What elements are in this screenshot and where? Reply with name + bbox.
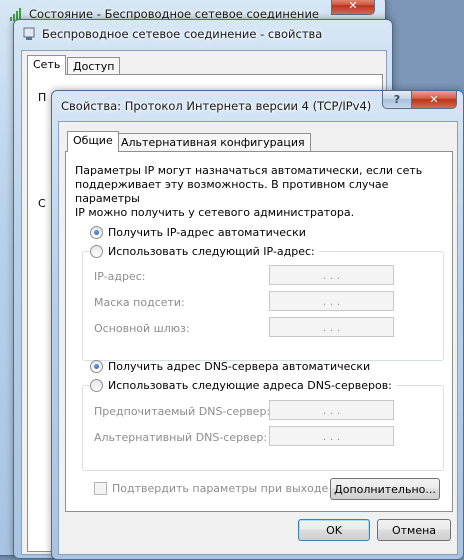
close-icon: ✕ bbox=[429, 93, 439, 106]
alternate-dns-field[interactable]: . . . bbox=[269, 426, 394, 446]
close-icon: ✕ bbox=[348, 0, 358, 12]
tab-network[interactable]: Сеть bbox=[27, 55, 67, 75]
dialog-title: Свойства: Протокол Интернета версии 4 (T… bbox=[61, 99, 372, 113]
ok-button[interactable]: OK bbox=[298, 519, 370, 541]
dns-manual-radio[interactable]: Использовать следующие адреса DNS-сервер… bbox=[90, 379, 396, 392]
dns-auto-radio[interactable]: Получить адрес DNS-сервера автоматически bbox=[90, 360, 370, 373]
tab-alternate-configuration[interactable]: Альтернативная конфигурация bbox=[115, 133, 311, 152]
cancel-button[interactable]: Отмена bbox=[377, 519, 451, 541]
dialog-close-button[interactable]: ✕ bbox=[411, 91, 457, 109]
validate-on-exit-checkbox[interactable]: Подтвердить параметры при выходе bbox=[94, 482, 328, 495]
subnet-mask-field[interactable]: . . . bbox=[269, 291, 394, 311]
radio-selected-indicator[interactable] bbox=[90, 226, 103, 239]
ipv4-properties-dialog[interactable]: Свойства: Протокол Интернета версии 4 (T… bbox=[51, 90, 464, 560]
help-button[interactable]: ? bbox=[382, 91, 412, 109]
preferred-dns-label: Предпочитаемый DNS-сервер: bbox=[94, 405, 271, 418]
tab-general[interactable]: Общие bbox=[67, 131, 119, 152]
dialog-client-area: Общие Альтернативная конфигурация Параме… bbox=[58, 121, 458, 555]
ip-manual-label: Использовать следующий IP-адрес: bbox=[108, 245, 315, 258]
adapter-properties-title: Беспроводное сетевое соединение - свойст… bbox=[42, 27, 323, 41]
general-tab-panel: Параметры IP могут назначаться автоматич… bbox=[65, 151, 453, 512]
radio-unselected-indicator[interactable] bbox=[90, 379, 103, 392]
default-gateway-field[interactable]: . . . bbox=[269, 317, 394, 337]
status-close-button[interactable]: ✕ bbox=[331, 0, 375, 15]
ip-auto-radio[interactable]: Получить IP-адрес автоматически bbox=[90, 226, 306, 239]
ip-address-field[interactable]: . . . bbox=[269, 265, 394, 285]
validate-on-exit-label: Подтвердить параметры при выходе bbox=[112, 482, 329, 495]
ip-auto-label: Получить IP-адрес автоматически bbox=[108, 226, 306, 239]
partial-label: П bbox=[38, 91, 47, 104]
network-adapter-icon bbox=[23, 27, 35, 40]
ip-manual-radio[interactable]: Использовать следующий IP-адрес: bbox=[90, 245, 319, 258]
preferred-dns-field[interactable]: . . . bbox=[269, 400, 394, 420]
tab-sharing[interactable]: Доступ bbox=[67, 57, 121, 75]
help-icon: ? bbox=[393, 93, 401, 106]
description-text: Параметры IP могут назначаться автоматич… bbox=[75, 164, 423, 219]
radio-selected-indicator[interactable] bbox=[90, 360, 103, 373]
partial-label: С bbox=[38, 197, 46, 210]
dns-auto-label: Получить адрес DNS-сервера автоматически bbox=[108, 360, 371, 373]
dns-manual-label: Использовать следующие адреса DNS-сервер… bbox=[108, 379, 392, 392]
subnet-mask-label: Маска подсети: bbox=[94, 296, 185, 309]
ip-address-label: IP-адрес: bbox=[94, 270, 146, 283]
advanced-button[interactable]: Дополнительно... bbox=[330, 478, 440, 500]
default-gateway-label: Основной шлюз: bbox=[94, 322, 190, 335]
alternate-dns-label: Альтернативный DNS-сервер: bbox=[94, 431, 268, 444]
radio-unselected-indicator[interactable] bbox=[90, 245, 103, 258]
checkbox-box[interactable] bbox=[94, 482, 107, 495]
